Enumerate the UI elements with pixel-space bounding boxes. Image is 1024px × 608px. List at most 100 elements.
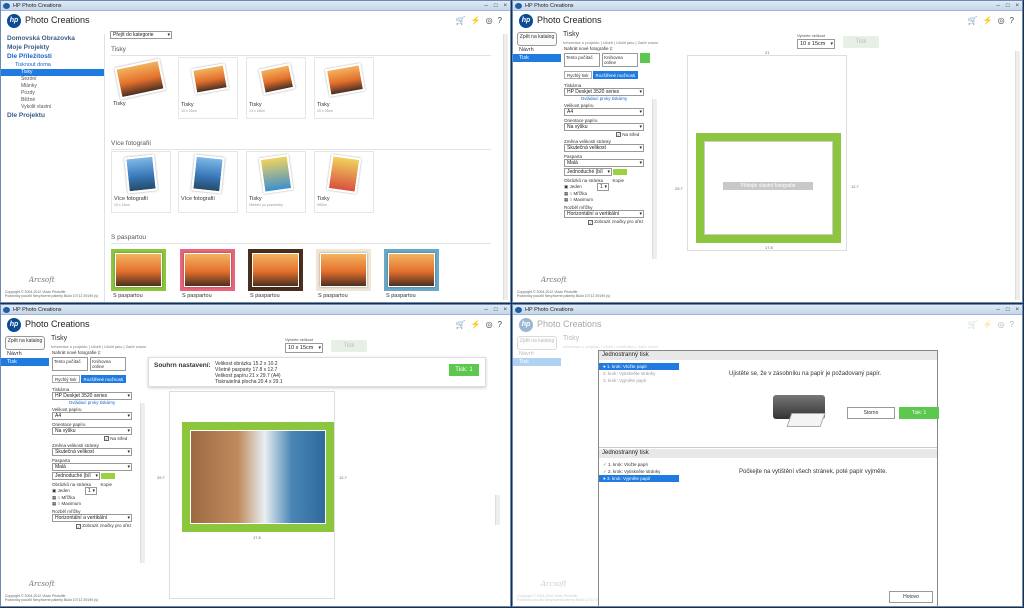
minimize-button[interactable]: – <box>485 306 488 314</box>
tab-quick-print[interactable]: Rychlý tisk <box>564 71 592 79</box>
scrollbar[interactable] <box>495 495 500 525</box>
layout-single-icon[interactable]: ▣ <box>52 488 56 493</box>
tab-advanced[interactable]: Rozšířené možnosti <box>80 375 127 383</box>
card-mat-brown[interactable] <box>248 249 303 291</box>
card-prints-3[interactable]: Tisky 13 x 18cm <box>246 57 306 119</box>
printer-select[interactable]: HP Deskjet 3520 series <box>52 392 132 400</box>
lightning-icon[interactable]: ⚡ <box>471 16 481 25</box>
close-button[interactable]: × <box>1015 306 1019 314</box>
maximize-button[interactable]: □ <box>1006 2 1010 10</box>
scrollbar[interactable] <box>503 34 508 300</box>
card-mat-green[interactable] <box>111 249 166 291</box>
nav-design[interactable]: Návrh <box>1 350 49 358</box>
card-mat-blue[interactable] <box>384 249 439 291</box>
globe-icon[interactable]: ◎ <box>486 320 493 329</box>
maximize-button[interactable]: □ <box>494 306 498 314</box>
copyright-links[interactable]: Podmínky použití Nevyřízené patenty Buil… <box>5 598 100 602</box>
nav-by-occasion[interactable]: Dle Příležitosti <box>1 52 104 61</box>
card-prints-4[interactable]: Tisky 20 x 25cm <box>314 57 374 119</box>
grid-layout-select[interactable]: Horizontální a vertikální <box>564 210 644 219</box>
layout-single-icon[interactable]: ▣ <box>564 184 568 189</box>
card-multi-1[interactable]: Více fotografií 10 x 15cm <box>111 151 171 213</box>
globe-icon[interactable]: ◎ <box>486 16 493 25</box>
minimize-button[interactable]: – <box>485 2 488 10</box>
card-prints-1[interactable]: Tisky <box>111 57 171 119</box>
nav-mlanky[interactable]: Mlánky <box>1 83 104 90</box>
card-multi-2[interactable]: Více fotografií <box>178 151 238 213</box>
layout-grid-icon[interactable]: ▦ <box>564 191 568 196</box>
nav-print[interactable]: Tisk <box>513 54 561 62</box>
print-button[interactable]: Tisk: 1 <box>449 364 479 376</box>
close-button[interactable]: × <box>503 306 507 314</box>
card-prints-2[interactable]: Tisky 10 x 15cm <box>178 57 238 119</box>
project-breadcrumb[interactable]: Informace o projektu | Uložit | Uložit j… <box>563 40 658 45</box>
maximize-button[interactable]: □ <box>1006 306 1010 314</box>
mat-select[interactable]: Malá <box>564 159 644 168</box>
back-to-catalog-button[interactable]: Zpět na katalog <box>517 32 557 46</box>
printer-select[interactable]: HP Deskjet 3520 series <box>564 88 644 96</box>
nav-by-project[interactable]: Dle Projektu <box>1 111 104 120</box>
help-icon[interactable]: ? <box>498 320 502 329</box>
mat-style-select[interactable]: Jednoduché (bíl <box>564 168 612 177</box>
paper-select[interactable]: A4 <box>52 412 132 420</box>
nav-seasonal[interactable]: Sezóní <box>1 76 104 83</box>
source-computer-button[interactable]: Tento počítač <box>52 357 88 371</box>
source-computer-button[interactable]: Tento počítač <box>564 53 600 67</box>
back-to-catalog-button[interactable]: Zpět na katalog <box>5 336 45 350</box>
help-icon[interactable]: ? <box>1010 16 1014 25</box>
layout-grid-icon[interactable]: ▦ <box>52 495 56 500</box>
print-button[interactable]: Tisk: 1 <box>899 407 939 419</box>
panel-scrollbar[interactable] <box>652 99 657 259</box>
cutmarks-checkbox[interactable]: ✓ <box>76 523 81 529</box>
cutmarks-checkbox[interactable]: ✓ <box>588 219 593 225</box>
card-mat-pink[interactable] <box>180 249 235 291</box>
center-checkbox[interactable]: ✓ <box>616 132 621 138</box>
size-select[interactable]: 10 x 15cm <box>797 39 835 49</box>
scale-select[interactable]: Skutečná velikost <box>564 144 644 153</box>
orientation-select[interactable]: Na výšku <box>564 123 644 131</box>
category-select[interactable]: Přejít do kategorie <box>110 31 172 39</box>
copies-input[interactable]: 1 <box>597 183 610 192</box>
grid-layout-select[interactable]: Horizontální a vertikální <box>52 514 132 523</box>
nav-common[interactable]: Běžné <box>1 97 104 104</box>
help-icon[interactable]: ? <box>498 16 502 25</box>
nav-home[interactable]: Domovská Obrazovka <box>1 34 104 43</box>
nav-design[interactable]: Návrh <box>513 46 561 54</box>
printer-controls-link[interactable]: Ovládací prvky tiskárny <box>52 400 132 405</box>
mat-color-swatch[interactable] <box>101 473 116 480</box>
source-online-button[interactable]: Knihovna online <box>602 53 638 67</box>
mat-color-swatch[interactable] <box>613 169 628 176</box>
minimize-button[interactable]: – <box>997 306 1000 314</box>
source-online-button[interactable]: Knihovna online <box>90 357 126 371</box>
photo-rocks-waves[interactable] <box>190 430 326 524</box>
scale-select[interactable]: Skutečná velikost <box>52 448 132 457</box>
mat-select[interactable]: Malá <box>52 463 132 472</box>
nav-print-home[interactable]: Tisknout doma <box>1 61 104 69</box>
minimize-button[interactable]: – <box>997 2 1000 10</box>
cart-icon[interactable]: 🛒 <box>456 16 466 25</box>
cart-icon[interactable]: 🛒 <box>968 16 978 25</box>
layout-max-icon[interactable]: ▦ <box>564 197 568 202</box>
cancel-button[interactable]: Storno <box>847 407 895 419</box>
nav-pozdy[interactable]: Pozdy <box>1 90 104 97</box>
copies-input[interactable]: 1 <box>85 487 98 496</box>
cart-icon[interactable]: 🛒 <box>456 320 466 329</box>
mat-style-select[interactable]: Jednoduché (bíl <box>52 472 100 481</box>
close-button[interactable]: × <box>503 2 507 10</box>
close-button[interactable]: × <box>1015 2 1019 10</box>
maximize-button[interactable]: □ <box>494 2 498 10</box>
tab-quick-print[interactable]: Rychlý tisk <box>52 375 80 383</box>
tab-advanced[interactable]: Rozšířené možnosti <box>592 71 639 79</box>
orientation-select[interactable]: Na výšku <box>52 427 132 435</box>
nav-prints[interactable]: Tisky <box>1 69 104 76</box>
card-multi-3[interactable]: Tisky Hledání po pozdrávky <box>246 151 306 213</box>
lightning-icon[interactable]: ⚡ <box>471 320 481 329</box>
printer-controls-link[interactable]: Ovládací prvky tiskárny <box>564 96 644 101</box>
layout-max-icon[interactable]: ▦ <box>52 501 56 506</box>
nav-print[interactable]: Tisk <box>1 358 49 366</box>
lightning-icon[interactable]: ⚡ <box>983 16 993 25</box>
done-button[interactable]: Hotovo <box>889 591 933 603</box>
panel-scrollbar[interactable] <box>140 403 145 563</box>
project-breadcrumb[interactable]: Informace o projektu | Uložit | Uložit j… <box>51 344 146 349</box>
card-multi-4[interactable]: Tisky M50m <box>314 151 374 213</box>
